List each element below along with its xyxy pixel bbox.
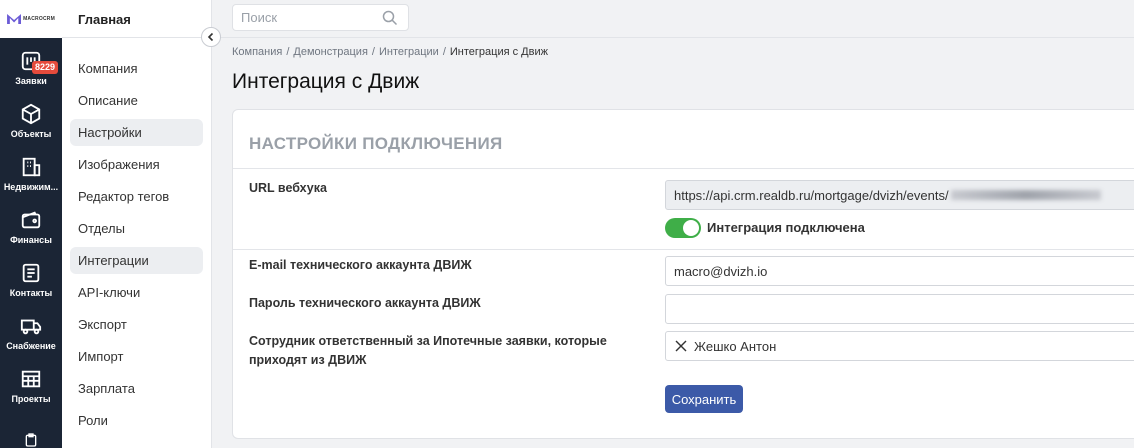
- email-field[interactable]: macro@dvizh.io: [665, 256, 1134, 286]
- webhook-url-field[interactable]: https://api.crm.realdb.ru/mortgage/dvizh…: [665, 180, 1134, 210]
- integration-toggle[interactable]: [665, 218, 701, 238]
- breadcrumb-integrations[interactable]: Интеграции: [379, 46, 439, 58]
- sidebar-item-api-keys[interactable]: API-ключи: [70, 279, 203, 306]
- sidebar-item-tag-editor[interactable]: Редактор тегов: [70, 183, 203, 210]
- redacted-blur: [950, 190, 1101, 200]
- divider: [233, 249, 1134, 250]
- nav-rail: MACROCRM 8229 Заявки Объекты Недвижим...…: [0, 0, 62, 448]
- rail-item-projects[interactable]: Проекты: [0, 362, 62, 414]
- rail-label: Объекты: [10, 129, 52, 139]
- app-logo[interactable]: MACROCRM: [0, 0, 62, 38]
- password-field[interactable]: [665, 294, 1134, 324]
- rail-item-requests[interactable]: 8229 Заявки: [0, 44, 62, 96]
- rail-item-realty[interactable]: Недвижим...: [0, 150, 62, 202]
- toggle-knob: [683, 220, 699, 236]
- building-icon: [22, 157, 41, 177]
- rail-label: Заявки: [15, 76, 47, 86]
- breadcrumb-current: Интеграция с Движ: [449, 46, 548, 58]
- wallet-icon: [21, 211, 41, 229]
- page-title: Интеграция с Движ: [232, 70, 420, 93]
- sidebar-item-company[interactable]: Компания: [70, 55, 203, 82]
- connection-settings-card: НАСТРОЙКИ ПОДКЛЮЧЕНИЯ URL вебхука https:…: [232, 109, 1134, 439]
- rail-item-more[interactable]: [0, 426, 62, 448]
- breadcrumb-demo[interactable]: Демонстрация: [293, 46, 368, 58]
- breadcrumb-company[interactable]: Компания: [232, 46, 282, 58]
- divider: [233, 168, 1134, 169]
- employee-select[interactable]: Жешко Антон: [665, 331, 1134, 361]
- rail-label: Проекты: [11, 394, 51, 404]
- rail-label: Финансы: [10, 235, 52, 245]
- cube-icon: [21, 103, 41, 125]
- employee-label: Сотрудник ответственный за Ипотечные зая…: [249, 334, 607, 367]
- sidebar-item-settings[interactable]: Настройки: [70, 119, 203, 146]
- email-label: E-mail технического аккаунта ДВИЖ: [249, 258, 472, 272]
- truck-icon: [20, 319, 42, 335]
- projects-icon: [21, 370, 41, 388]
- webhook-url-value: https://api.crm.realdb.ru/mortgage/dvizh…: [674, 187, 949, 203]
- rail-item-supply[interactable]: Снабжение: [0, 309, 62, 361]
- search-box: [232, 4, 409, 31]
- sidebar-item-roles[interactable]: Роли: [70, 407, 203, 434]
- sidebar-item-salary[interactable]: Зарплата: [70, 375, 203, 402]
- chevron-left-icon: [207, 32, 214, 42]
- integration-toggle-label: Интеграция подключена: [707, 220, 865, 235]
- sidebar-item-export[interactable]: Экспорт: [70, 311, 203, 338]
- webhook-url-label: URL вебхука: [249, 181, 327, 195]
- sidebar-item-description[interactable]: Описание: [70, 87, 203, 114]
- rail-item-contacts[interactable]: Контакты: [0, 256, 62, 308]
- logo-text: MACROCRM: [23, 16, 55, 22]
- rail-item-objects[interactable]: Объекты: [0, 97, 62, 149]
- rail-item-finance[interactable]: Финансы: [0, 203, 62, 255]
- password-label: Пароль технического аккаунта ДВИЖ: [249, 296, 481, 310]
- top-bar: [212, 0, 1134, 38]
- sidebar-item-import[interactable]: Импорт: [70, 343, 203, 370]
- sidebar-item-images[interactable]: Изображения: [70, 151, 203, 178]
- employee-value: Жешко Антон: [694, 338, 777, 354]
- rail-label: Недвижим...: [3, 182, 59, 192]
- search-input[interactable]: [233, 5, 373, 30]
- breadcrumb: Компания / Демонстрация / Интеграции / Интегра…: [232, 46, 548, 58]
- settings-sidebar: Главная Компания Описание Настройки Изоб…: [62, 0, 212, 448]
- contacts-icon: [22, 263, 40, 283]
- logo-icon: [7, 14, 22, 24]
- rail-label: Снабжение: [6, 341, 56, 351]
- clipboard-icon: [25, 433, 37, 447]
- collapse-sidebar-button[interactable]: [201, 27, 221, 47]
- rail-label: Контакты: [9, 288, 53, 298]
- email-value: macro@dvizh.io: [674, 263, 768, 279]
- search-icon[interactable]: [382, 10, 398, 26]
- section-title: НАСТРОЙКИ ПОДКЛЮЧЕНИЯ: [249, 134, 503, 153]
- clear-selection-icon[interactable]: [674, 339, 688, 353]
- sidebar-title[interactable]: Главная: [62, 0, 211, 38]
- sidebar-item-integrations[interactable]: Интеграции: [70, 247, 203, 274]
- requests-count-badge: 8229: [32, 61, 59, 74]
- save-button[interactable]: Сохранить: [665, 385, 743, 413]
- sidebar-item-departments[interactable]: Отделы: [70, 215, 203, 242]
